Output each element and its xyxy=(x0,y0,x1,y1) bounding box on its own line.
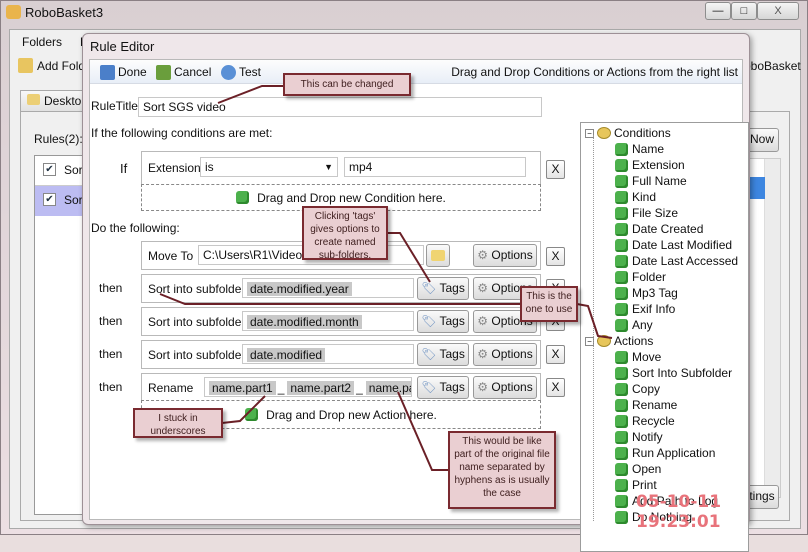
callout-line-use xyxy=(159,293,520,305)
timestamp: 05-10-11 19:23:01 xyxy=(636,492,722,532)
callout-line-underscores xyxy=(221,395,266,424)
callout-title: This can be changed xyxy=(283,73,411,96)
callout-line-title xyxy=(217,85,283,104)
callout-tags: Clicking 'tags' gives options to create … xyxy=(302,206,388,261)
callout-line-tags xyxy=(387,232,431,283)
callout-hyphens: This would be like part of the original … xyxy=(448,431,556,509)
callout-underscores: I stuck in underscores xyxy=(133,408,223,438)
callout-line-use-tree xyxy=(576,303,613,339)
callout-line-hyphens xyxy=(397,391,448,471)
callout-use: This is the one to use xyxy=(520,286,578,322)
